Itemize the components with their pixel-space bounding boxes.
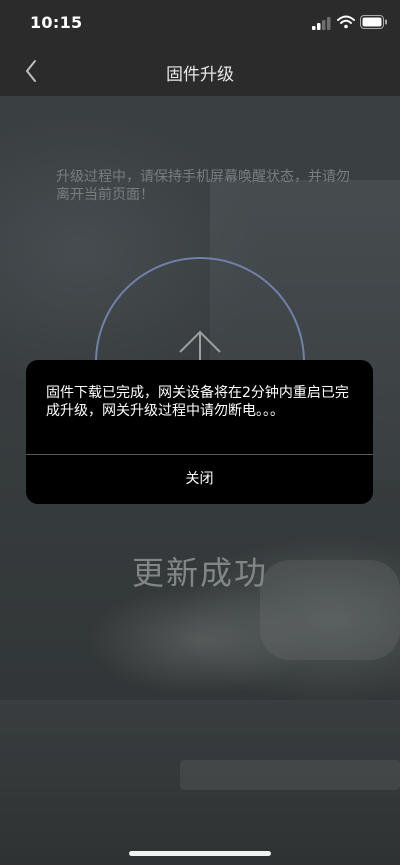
dialog-message: 固件下载已完成，网关设备将在2分钟内重启已完成升级，网关升级过程中请勿断电。。。 [46,385,349,419]
signal-icon [312,17,331,30]
status-bar: 10:15 [0,0,400,44]
close-button[interactable]: 关闭 [26,455,373,504]
nav-bar: 固件升级 [0,44,400,96]
upgrade-complete-dialog: 固件下载已完成，网关设备将在2分钟内重启已完成升级，网关升级过程中请勿断电。。。… [26,360,373,504]
page-title: 固件升级 [166,65,234,85]
battery-icon [360,15,387,29]
status-time: 10:15 [30,13,83,32]
home-indicator[interactable] [129,851,271,856]
wifi-icon [337,15,355,29]
